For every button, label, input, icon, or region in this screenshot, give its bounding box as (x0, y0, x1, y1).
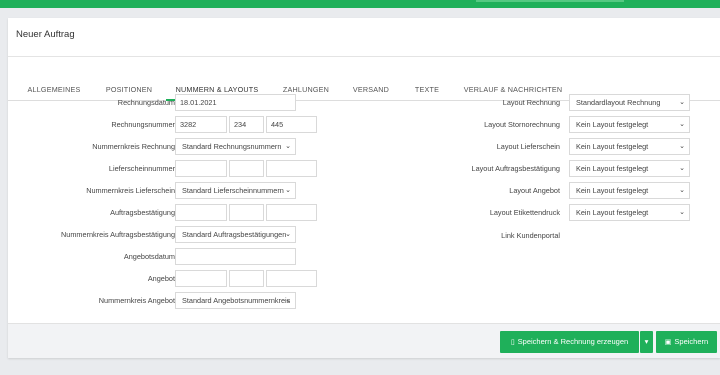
save-button[interactable]: ▣ Speichern (656, 331, 717, 353)
nk-auftrag-select[interactable]: Standard Auftragsbestätigungen ⌄ (175, 226, 296, 243)
label-layout-storno: Layout Stornorechnung (484, 120, 560, 129)
rechnungsnummer-suffix-input[interactable]: 445 (266, 116, 317, 133)
angebot-suffix-input[interactable] (266, 270, 317, 287)
panel-title: Neuer Auftrag (16, 29, 75, 40)
save-and-create-invoice-label: Speichern & Rechnung erzeugen (517, 337, 629, 346)
layout-lieferschein-select[interactable]: Kein Layout festgelegt ⌄ (569, 138, 690, 155)
nk-lieferschein-select[interactable]: Standard Lieferscheinnummern ⌄ (175, 182, 296, 199)
angebot-prefix-input[interactable] (175, 270, 227, 287)
layout-storno-value: Kein Layout festgelegt (576, 120, 649, 129)
label-nk-angebot: Nummernkreis Angebot (98, 296, 175, 305)
label-layout-rechnung: Layout Rechnung (502, 98, 560, 107)
chevron-down-icon: ⌄ (285, 187, 291, 194)
nk-rechnung-value: Standard Rechnungsnummern (182, 142, 282, 151)
nk-angebot-value: Standard Angebotsnummernkreis (182, 296, 291, 305)
label-layout-auftrag: Layout Auftragsbestätigung (471, 164, 560, 173)
nk-auftrag-value: Standard Auftragsbestätigungen (182, 230, 287, 239)
rechnungsdatum-input[interactable]: 18.01.2021 (175, 94, 296, 111)
floppy-icon: ▣ (664, 339, 672, 346)
angebot-number-input[interactable] (229, 270, 264, 287)
label-lieferscheinnummer: Lieferscheinnummer (108, 164, 175, 173)
caret-down-icon: ▾ (644, 337, 649, 346)
angebotsdatum-input[interactable] (175, 248, 296, 265)
rechnungsnummer-prefix-input[interactable]: 3282 (175, 116, 227, 133)
auftrag-suffix-input[interactable] (266, 204, 317, 221)
layout-auftrag-select[interactable]: Kein Layout festgelegt ⌄ (569, 160, 690, 177)
save-options-dropdown[interactable]: ▾ (640, 331, 653, 353)
nk-lieferschein-value: Standard Lieferscheinnummern (182, 186, 284, 195)
label-auftragsbestaetigung: Auftragsbestätigung (110, 208, 175, 217)
layout-lieferschein-value: Kein Layout festgelegt (576, 142, 649, 151)
rechnungsnummer-number-input[interactable]: 234 (229, 116, 264, 133)
lieferschein-number-input[interactable] (229, 160, 264, 177)
label-nk-auftrag: Nummernkreis Auftragsbestätigung (61, 230, 175, 239)
chevron-down-icon: ⌄ (679, 99, 685, 106)
document-icon: ▯ (510, 339, 515, 346)
chevron-down-icon: ⌄ (285, 297, 291, 304)
save-label: Speichern (674, 337, 709, 346)
tab-texte[interactable]: TEXTE (404, 67, 450, 101)
chevron-down-icon: ⌄ (679, 209, 685, 216)
title-divider (8, 56, 720, 57)
tab-versand[interactable]: VERSAND (346, 67, 396, 101)
top-accent-bar (0, 0, 720, 8)
tab-verlauf-nachrichten[interactable]: VERLAUF & NACHRICHTEN (458, 67, 568, 101)
chevron-down-icon: ⌄ (679, 121, 685, 128)
layout-rechnung-value: Standardlayout Rechnung (576, 98, 661, 107)
tab-positionen[interactable]: POSITIONEN (96, 67, 162, 101)
nk-angebot-select[interactable]: Standard Angebotsnummernkreis ⌄ (175, 292, 296, 309)
form-footer: ▯ Speichern & Rechnung erzeugen ▾ ▣ Speich… (8, 323, 720, 358)
label-rechnungsnummer: Rechnungsnummer (111, 120, 175, 129)
layout-etikett-value: Kein Layout festgelegt (576, 208, 649, 217)
tab-allgemeines[interactable]: ALLGEMEINES (20, 67, 88, 101)
chevron-down-icon: ⌄ (285, 231, 291, 238)
layout-auftrag-value: Kein Layout festgelegt (576, 164, 649, 173)
auftrag-prefix-input[interactable] (175, 204, 227, 221)
chevron-down-icon: ⌄ (679, 187, 685, 194)
lieferschein-suffix-input[interactable] (266, 160, 317, 177)
layout-storno-select[interactable]: Kein Layout festgelegt ⌄ (569, 116, 690, 133)
auftrag-number-input[interactable] (229, 204, 264, 221)
chevron-down-icon: ⌄ (285, 143, 291, 150)
label-link-kundenportal: Link Kundenportal (501, 231, 560, 240)
label-angebotsdatum: Angebotsdatum (123, 252, 175, 261)
layout-angebot-value: Kein Layout festgelegt (576, 186, 649, 195)
layout-rechnung-select[interactable]: Standardlayout Rechnung ⌄ (569, 94, 690, 111)
lieferschein-prefix-input[interactable] (175, 160, 227, 177)
label-layout-lieferschein: Layout Lieferschein (496, 142, 560, 151)
order-panel: Neuer Auftrag ALLGEMEINES POSITIONEN NUM… (8, 18, 720, 358)
layout-etikett-select[interactable]: Kein Layout festgelegt ⌄ (569, 204, 690, 221)
chevron-down-icon: ⌄ (679, 165, 685, 172)
top-bar-highlight (476, 0, 624, 2)
chevron-down-icon: ⌄ (679, 143, 685, 150)
label-angebot: Angebot (147, 274, 175, 283)
label-layout-angebot: Layout Angebot (509, 186, 560, 195)
layout-angebot-select[interactable]: Kein Layout festgelegt ⌄ (569, 182, 690, 199)
label-nk-rechnung: Nummernkreis Rechnung (92, 142, 175, 151)
label-rechnungsdatum: Rechnungsdatum (117, 98, 175, 107)
label-layout-etikett: Layout Etikettendruck (489, 208, 560, 217)
save-and-create-invoice-button[interactable]: ▯ Speichern & Rechnung erzeugen (500, 331, 639, 353)
nk-rechnung-select[interactable]: Standard Rechnungsnummern ⌄ (175, 138, 296, 155)
label-nk-lieferschein: Nummernkreis Lieferschein (86, 186, 175, 195)
